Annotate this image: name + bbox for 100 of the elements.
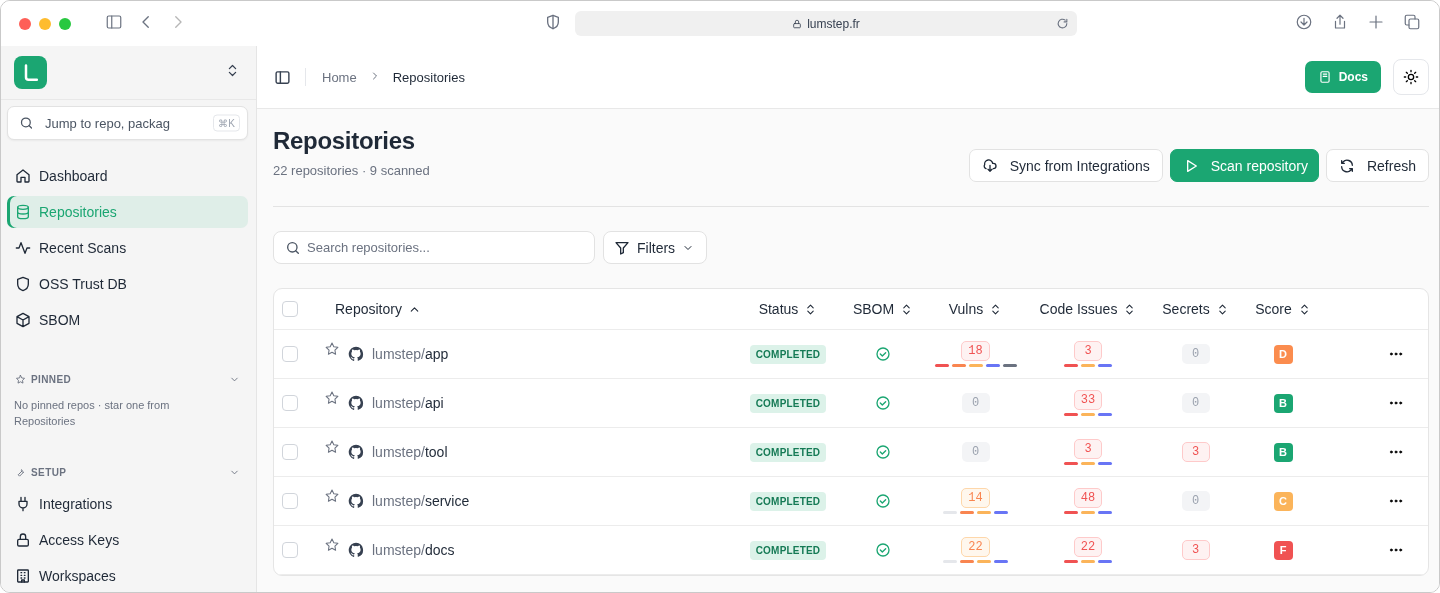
page-title: Repositories bbox=[273, 127, 416, 155]
status-label: COMPLETED bbox=[749, 344, 827, 364]
nav-item[interactable]: OSS Trust DB bbox=[7, 268, 248, 300]
theme-toggle-button[interactable] bbox=[1393, 59, 1429, 95]
section-title: PINNED bbox=[31, 374, 72, 385]
column-header[interactable]: Status bbox=[758, 301, 799, 317]
check-circle-icon bbox=[875, 493, 891, 509]
star-icon bbox=[324, 390, 340, 406]
count-badge: 0 bbox=[1181, 491, 1210, 511]
shield-icon bbox=[545, 13, 561, 30]
reload-icon bbox=[1056, 17, 1069, 30]
count-badge: 0 bbox=[1181, 393, 1210, 413]
search-icon bbox=[285, 239, 301, 256]
breadcrumb-link[interactable]: Repositories bbox=[392, 69, 465, 85]
score-grade: C bbox=[1273, 491, 1293, 511]
nav-item[interactable]: Integrations bbox=[7, 488, 248, 520]
wrench-icon bbox=[15, 467, 26, 478]
nav-item[interactable]: Recent Scans bbox=[7, 232, 248, 264]
count-badge: 22 bbox=[961, 537, 990, 557]
check-circle-icon bbox=[875, 444, 891, 460]
nav-item[interactable]: Dashboard bbox=[7, 160, 248, 192]
empty-text: No pinned repos · star one from Repositories bbox=[13, 398, 171, 429]
filters-button[interactable]: Filters bbox=[603, 231, 708, 264]
status-label: COMPLETED bbox=[749, 491, 827, 511]
github-icon bbox=[348, 542, 364, 558]
column-header[interactable]: Vulns bbox=[948, 301, 984, 317]
check-circle-icon bbox=[875, 346, 891, 362]
repo-link[interactable]: lumstep/app bbox=[372, 346, 449, 362]
star-icon bbox=[324, 439, 340, 455]
status-label: COMPLETED bbox=[749, 393, 827, 413]
count-badge: 0 bbox=[961, 393, 990, 413]
lock-icon bbox=[15, 532, 31, 548]
section-title: SETUP bbox=[31, 467, 67, 478]
cloud-download-icon bbox=[981, 157, 998, 174]
tabs-icon bbox=[1403, 12, 1421, 31]
status-label: COMPLETED bbox=[749, 540, 827, 560]
column-header[interactable]: SBOM bbox=[852, 301, 895, 317]
count-badge: 3 bbox=[1074, 341, 1102, 361]
sun-icon bbox=[1403, 69, 1419, 85]
row-checkbox[interactable] bbox=[282, 395, 298, 411]
count-badge: 48 bbox=[1073, 488, 1103, 508]
row-checkbox[interactable] bbox=[282, 542, 298, 558]
download-icon bbox=[1295, 12, 1313, 31]
count-badge: 0 bbox=[961, 442, 990, 462]
address-text: lumstep.fr bbox=[807, 16, 860, 31]
database-icon bbox=[15, 204, 31, 220]
row-checkbox[interactable] bbox=[282, 346, 298, 362]
close-button[interactable] bbox=[19, 17, 31, 30]
package-icon bbox=[15, 312, 31, 328]
select-all-checkbox[interactable] bbox=[282, 301, 298, 317]
score-grade: D bbox=[1273, 344, 1293, 364]
minimize-button[interactable] bbox=[39, 17, 51, 30]
column-header[interactable]: Code Issues bbox=[1039, 301, 1118, 317]
sidebar-toggle-icon bbox=[274, 68, 291, 86]
row-checkbox[interactable] bbox=[282, 493, 298, 509]
star-icon bbox=[324, 488, 340, 504]
github-icon bbox=[348, 395, 364, 411]
plug-icon bbox=[15, 496, 31, 512]
repo-link[interactable]: lumstep/service bbox=[372, 493, 470, 509]
refresh-button[interactable]: Refresh bbox=[1325, 149, 1429, 182]
refresh-icon bbox=[1338, 157, 1355, 174]
nav-item[interactable]: SBOM bbox=[7, 304, 248, 336]
count-badge: 3 bbox=[1074, 439, 1102, 459]
star-icon bbox=[15, 374, 26, 385]
shortcut-hint: ⌘K bbox=[213, 114, 240, 132]
filter-icon bbox=[614, 239, 630, 256]
pulse-icon bbox=[15, 240, 31, 256]
check-circle-icon bbox=[875, 542, 891, 558]
star-icon bbox=[324, 341, 340, 357]
nav-item[interactable]: Workspaces bbox=[7, 560, 248, 592]
column-header[interactable]: Secrets bbox=[1162, 301, 1210, 317]
lock-icon bbox=[792, 18, 803, 29]
github-icon bbox=[348, 493, 364, 509]
count-badge: 18 bbox=[961, 341, 990, 361]
count-badge: 0 bbox=[1181, 344, 1210, 364]
count-badge: 3 bbox=[1181, 442, 1210, 462]
repo-link[interactable]: lumstep/api bbox=[372, 395, 444, 411]
count-badge: 14 bbox=[961, 488, 990, 508]
nav-item[interactable]: Access Keys bbox=[7, 524, 248, 556]
breadcrumb-link[interactable]: Home bbox=[322, 69, 357, 85]
score-grade: B bbox=[1273, 442, 1293, 462]
count-badge: 33 bbox=[1073, 390, 1103, 410]
score-grade: B bbox=[1273, 393, 1293, 413]
home-icon bbox=[15, 168, 31, 184]
sync-button[interactable]: Sync from Integrations bbox=[968, 149, 1163, 182]
check-circle-icon bbox=[875, 395, 891, 411]
zoom-button[interactable] bbox=[59, 17, 71, 30]
repo-search-field[interactable]: Search repositories... bbox=[273, 231, 595, 264]
search-icon bbox=[19, 115, 34, 131]
building-icon bbox=[15, 568, 31, 584]
app-logo[interactable] bbox=[14, 56, 47, 89]
github-icon bbox=[348, 346, 364, 362]
count-badge: 22 bbox=[1073, 537, 1103, 557]
repo-link[interactable]: lumstep/tool bbox=[372, 444, 448, 460]
score-grade: F bbox=[1273, 540, 1293, 560]
row-checkbox[interactable] bbox=[282, 444, 298, 460]
column-header[interactable]: Repository bbox=[335, 301, 402, 317]
address-bar[interactable]: lumstep.fr bbox=[575, 11, 1077, 36]
column-header[interactable]: Score bbox=[1255, 301, 1292, 317]
repo-link[interactable]: lumstep/docs bbox=[372, 542, 455, 558]
